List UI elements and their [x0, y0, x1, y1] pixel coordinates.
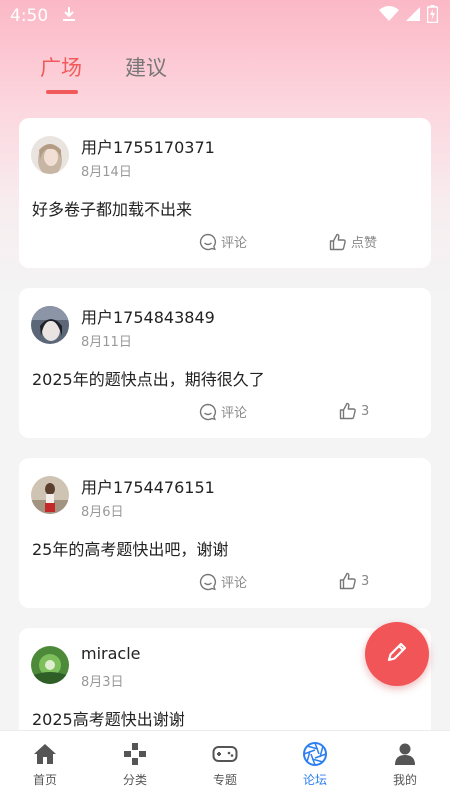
post-date: 8月14日: [81, 165, 132, 180]
like-label: 点赞: [351, 236, 378, 251]
nav-item-mine[interactable]: 我的: [360, 741, 450, 788]
person-icon: [360, 741, 450, 767]
comment-label: 评论: [221, 236, 248, 251]
bottom-navigation: 首页 分类 专题 论坛 我的: [0, 730, 450, 800]
like-count: 3: [361, 573, 370, 589]
nav-label: 专题: [212, 773, 237, 787]
status-bar: 4:50: [0, 0, 450, 32]
post-content: 2025高考题快出谢谢: [32, 710, 185, 729]
comment-icon: [199, 233, 217, 251]
camera-aperture-icon: [270, 741, 360, 767]
comment-label: 评论: [221, 576, 248, 591]
post-username: miracle: [81, 644, 141, 663]
like-button[interactable]: 3: [339, 572, 369, 590]
post-content: 25年的高考题快出吧，谢谢: [32, 540, 229, 559]
active-tab-indicator: [46, 90, 78, 94]
thumbs-up-icon: [339, 572, 357, 590]
avatar[interactable]: [31, 136, 69, 174]
avatar[interactable]: [31, 476, 69, 514]
status-time: 4:50: [10, 6, 49, 26]
post-card[interactable]: 用户1754843849 8月11日 2025年的题快点出，期待很久了 评论 3: [19, 288, 431, 438]
nav-item-forum[interactable]: 论坛: [270, 741, 360, 788]
comment-button[interactable]: 评论: [199, 232, 247, 251]
home-icon: [0, 741, 90, 767]
comment-icon: [199, 573, 217, 591]
nav-item-topic[interactable]: 专题: [180, 741, 270, 788]
thumbs-up-icon: [339, 402, 357, 420]
comment-button[interactable]: 评论: [199, 402, 247, 421]
comment-icon: [199, 403, 217, 421]
top-tabs: 广场 建议: [0, 44, 450, 96]
comment-button[interactable]: 评论: [199, 572, 247, 591]
post-content: 好多卷子都加载不出来: [32, 200, 193, 219]
post-username: 用户1754843849: [81, 308, 215, 327]
post-date: 8月11日: [81, 335, 132, 350]
new-post-button[interactable]: [365, 622, 429, 686]
tab-square[interactable]: 广场: [40, 52, 82, 82]
post-date: 8月3日: [81, 675, 124, 690]
gamepad-cross-icon: [90, 741, 180, 767]
nav-label: 论坛: [302, 773, 327, 787]
post-card[interactable]: 用户1754476151 8月6日 25年的高考题快出吧，谢谢 评论 3: [19, 458, 431, 608]
tab-suggestion[interactable]: 建议: [125, 52, 167, 82]
like-button[interactable]: 3: [339, 402, 369, 420]
like-button[interactable]: 点赞: [329, 232, 377, 251]
pencil-icon: [384, 639, 410, 669]
like-count: 3: [361, 403, 370, 419]
wifi-icon: [379, 5, 399, 27]
post-username: 用户1755170371: [81, 138, 215, 157]
post-content: 2025年的题快点出，期待很久了: [32, 370, 265, 389]
nav-item-home[interactable]: 首页: [0, 741, 90, 788]
nav-label: 我的: [392, 773, 417, 787]
gamepad-icon: [180, 741, 270, 767]
post-date: 8月6日: [81, 505, 124, 520]
thumbs-up-icon: [329, 233, 347, 251]
nav-item-category[interactable]: 分类: [90, 741, 180, 788]
post-card[interactable]: 用户1755170371 8月14日 好多卷子都加载不出来 评论 点赞: [19, 118, 431, 268]
signal-icon: [405, 6, 421, 27]
avatar[interactable]: [31, 646, 69, 684]
post-username: 用户1754476151: [81, 478, 215, 497]
nav-label: 首页: [32, 773, 57, 787]
battery-charging-icon: [426, 4, 439, 28]
avatar[interactable]: [31, 306, 69, 344]
comment-label: 评论: [221, 406, 248, 421]
nav-label: 分类: [122, 773, 147, 787]
download-icon: [62, 6, 76, 27]
